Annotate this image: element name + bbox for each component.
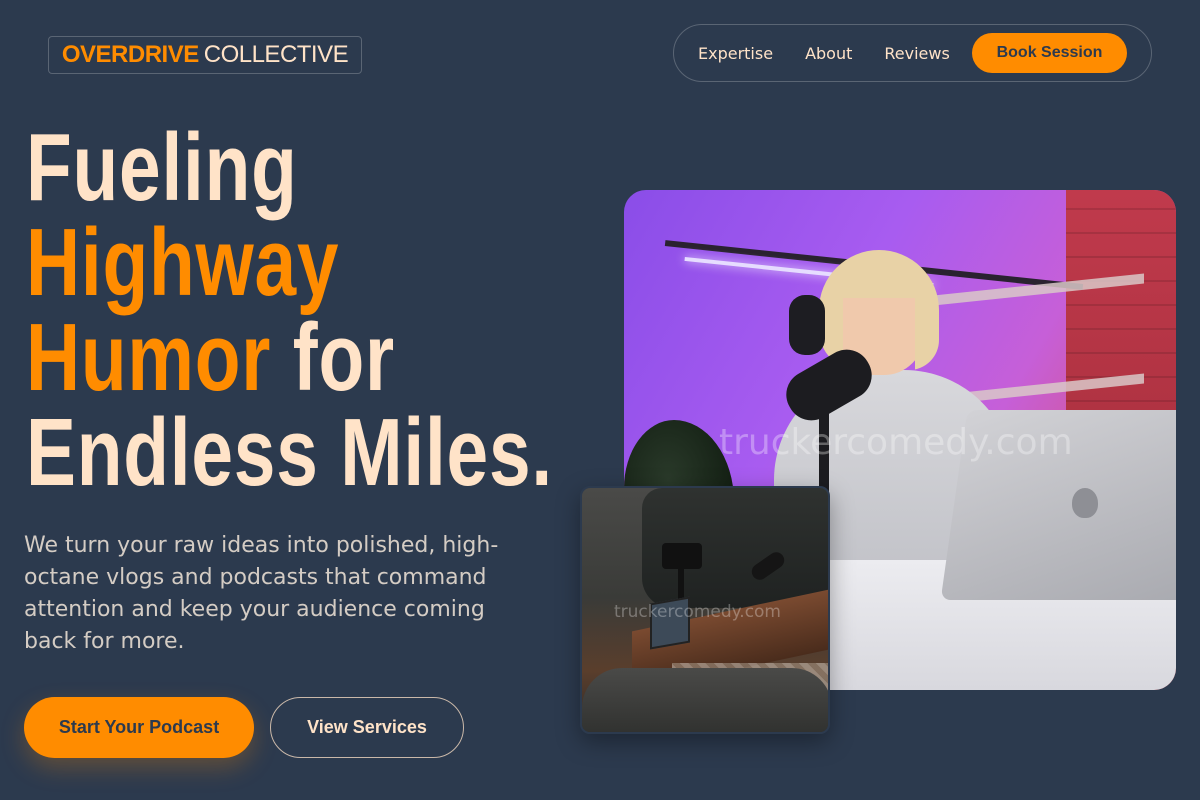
view-services-button[interactable]: View Services [270,697,464,758]
hero-photo-studio-setup: truckercomedy.com [580,486,830,734]
headphones-icon [789,295,825,355]
headline-line-2: Highway [26,209,340,316]
headline-line-3-accent: Humor [26,304,272,411]
site-logo[interactable]: OVERDRIVE COLLECTIVE [48,36,362,74]
headline-line-1: Fueling [26,114,298,221]
photo-watermark: truckercomedy.com [614,602,781,622]
hero-headline: Fueling Highway Humor for Endless Miles. [26,114,588,506]
hero-subtext: We turn your raw ideas into polished, hi… [24,533,499,654]
laptop-logo-icon [1072,488,1098,518]
headline-line-3: Humor for [26,310,588,406]
camera-icon [662,543,702,569]
main-nav: Expertise About Reviews Book Session [673,24,1152,82]
headline-line-4: Endless Miles. [26,399,553,506]
armchair [582,668,828,732]
nav-link-reviews[interactable]: Reviews [884,44,949,63]
logo-brand-strong: OVERDRIVE [61,41,199,68]
logo-brand-light: COLLECTIVE [203,41,349,68]
nav-link-expertise[interactable]: Expertise [698,44,773,63]
photo-watermark: truckercomedy.com [719,422,1073,463]
headline-line-3-rest: for [271,304,395,411]
book-session-button[interactable]: Book Session [972,33,1127,73]
start-podcast-button[interactable]: Start Your Podcast [24,697,254,758]
nav-link-about[interactable]: About [805,44,852,63]
